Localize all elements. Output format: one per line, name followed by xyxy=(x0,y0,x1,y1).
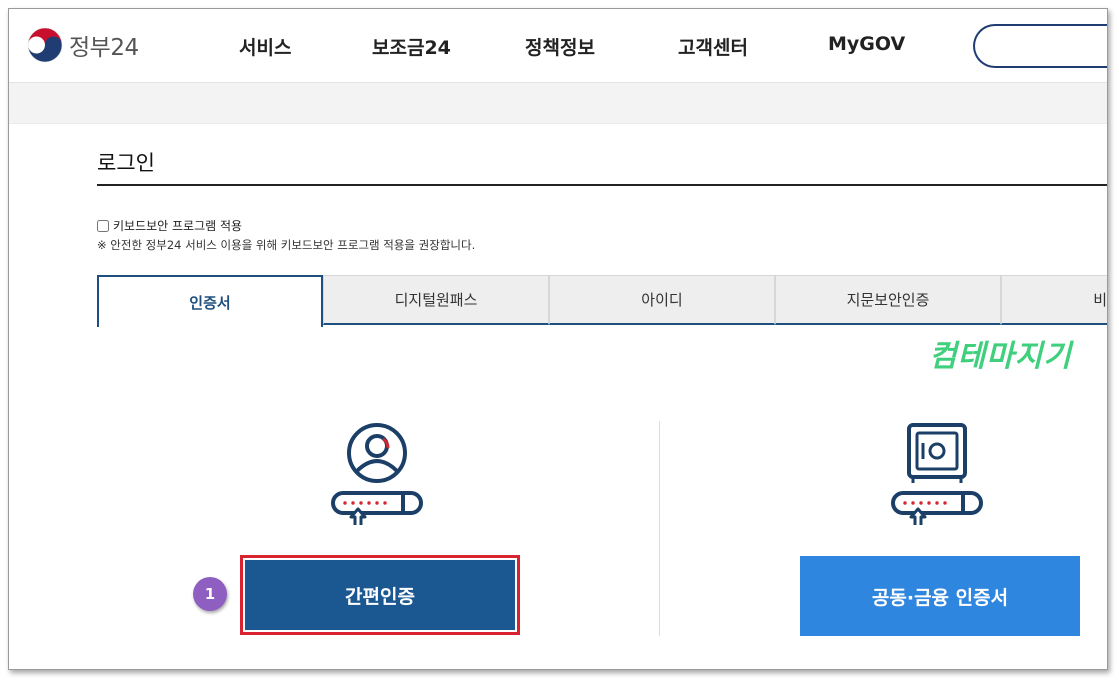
keyboard-security-option: 키보드보안 프로그램 적용 xyxy=(97,217,242,234)
keyboard-security-label: 키보드보안 프로그램 적용 xyxy=(113,219,243,233)
simple-auth-button[interactable]: 간편인증 xyxy=(245,560,515,630)
simple-auth-highlight: 간편인증 xyxy=(240,555,520,635)
secure-safe-certificate-icon xyxy=(891,423,983,525)
nav-policy-info[interactable]: 정책정보 xyxy=(525,33,678,60)
user-certificate-icon xyxy=(331,423,423,525)
tab-non-member[interactable]: 비회원 xyxy=(1001,275,1107,325)
search-input[interactable] xyxy=(973,24,1107,68)
page-title: 로그인 xyxy=(97,151,155,175)
watermark-text: 컴테마지기 xyxy=(929,339,1072,374)
title-divider xyxy=(97,184,1107,186)
column-divider xyxy=(659,421,660,636)
site-logo[interactable]: 정부24 xyxy=(27,27,139,63)
nav-customer-center[interactable]: 고객센터 xyxy=(678,33,828,60)
main-nav: 서비스 보조금24 정책정보 고객센터 MyGOV xyxy=(239,33,905,60)
site-header: 정부24 서비스 보조금24 정책정보 고객센터 MyGOV xyxy=(9,9,1107,83)
keyboard-security-note: ※ 안전한 정부24 서비스 이용을 위해 키보드보안 프로그램 적용을 권장합… xyxy=(97,238,476,252)
logo-text: 정부24 xyxy=(69,35,139,61)
nav-subsidy24[interactable]: 보조금24 xyxy=(372,33,525,60)
nav-service[interactable]: 서비스 xyxy=(239,33,372,60)
tab-certificate[interactable]: 인증서 xyxy=(97,275,323,327)
keyboard-security-checkbox[interactable] xyxy=(97,219,109,232)
browser-frame: 정부24 서비스 보조금24 정책정보 고객센터 MyGOV 로그인 키보드보안… xyxy=(8,8,1108,670)
tab-fingerprint[interactable]: 지문보안인증 xyxy=(775,275,1001,325)
nav-mygov[interactable]: MyGOV xyxy=(828,33,905,60)
joint-financial-cert-button[interactable]: 공동·금융 인증서 xyxy=(800,556,1080,636)
taegeuk-emblem-icon xyxy=(27,27,63,63)
tab-id[interactable]: 아이디 xyxy=(549,275,775,325)
tab-digital-onepass[interactable]: 디지털원패스 xyxy=(323,275,549,325)
step-badge: 1 xyxy=(193,577,227,611)
sub-navigation-bar xyxy=(9,83,1107,124)
login-method-tabs: 인증서 디지털원패스 아이디 지문보안인증 비회원 xyxy=(97,275,1107,327)
